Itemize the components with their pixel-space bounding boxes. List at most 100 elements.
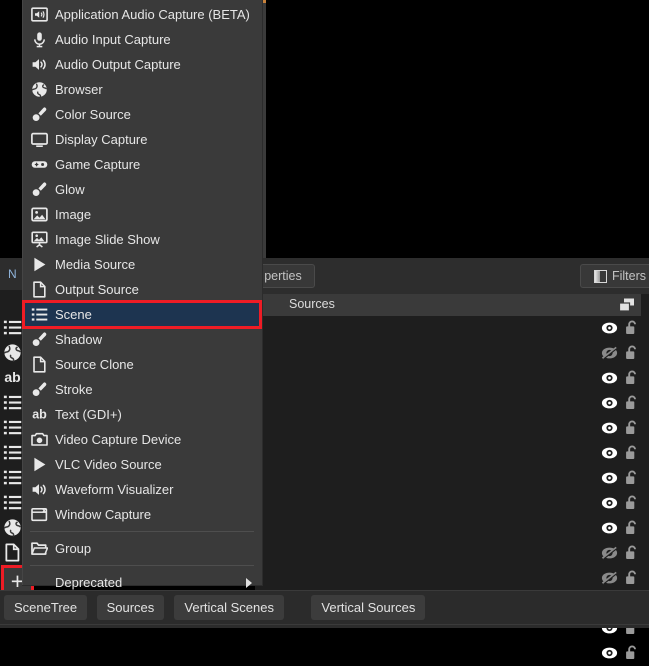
- lock-open-icon[interactable]: [625, 470, 639, 485]
- menu-item-audio-input-capture[interactable]: Audio Input Capture: [22, 27, 262, 52]
- source-row[interactable]: [255, 541, 649, 566]
- menu-item-label: Shadow: [55, 331, 102, 348]
- preview-canvas: [266, 0, 649, 258]
- menu-item-source-clone[interactable]: Source Clone: [22, 352, 262, 377]
- eye-open-icon[interactable]: [601, 421, 618, 435]
- menu-item-browser[interactable]: Browser: [22, 77, 262, 102]
- source-row[interactable]: [255, 316, 649, 341]
- camera-icon: [31, 431, 48, 448]
- eye-open-icon[interactable]: [601, 321, 618, 335]
- tab-vertical-scenes[interactable]: Vertical Scenes: [174, 595, 284, 620]
- source-row[interactable]: [255, 441, 649, 466]
- lock-open-icon[interactable]: [625, 370, 639, 385]
- eye-open-icon[interactable]: [601, 371, 618, 385]
- monitor-icon: [31, 131, 48, 148]
- sources-list-header: Sources: [255, 294, 649, 317]
- menu-item-label: Window Capture: [55, 506, 151, 523]
- menu-item-text-gdi[interactable]: abText (GDI+): [22, 402, 262, 427]
- source-row[interactable]: [255, 341, 649, 366]
- filters-button[interactable]: Filters: [580, 264, 649, 288]
- add-source-context-menu[interactable]: Application Audio Capture (BETA) Audio In…: [22, 0, 263, 586]
- menu-item-label: Waveform Visualizer: [55, 481, 173, 498]
- filters-button-label: Filters: [612, 269, 646, 283]
- eye-open-icon[interactable]: [601, 521, 618, 535]
- tab-sources[interactable]: Sources: [97, 595, 165, 620]
- sources-list[interactable]: [255, 316, 649, 590]
- source-row[interactable]: [255, 416, 649, 441]
- source-row[interactable]: [255, 641, 649, 666]
- lock-open-icon[interactable]: [625, 395, 639, 410]
- menu-item-label: Color Source: [55, 106, 131, 123]
- menu-item-display-capture[interactable]: Display Capture: [22, 127, 262, 152]
- menu-item-label: Application Audio Capture (BETA): [55, 6, 250, 23]
- eye-closed-icon[interactable]: [601, 571, 618, 585]
- svg-text:ab: ab: [4, 369, 20, 385]
- lock-open-icon[interactable]: [625, 495, 639, 510]
- menu-item-color-source[interactable]: Color Source: [22, 102, 262, 127]
- gamepad-icon: [31, 156, 48, 173]
- eye-open-icon[interactable]: [601, 471, 618, 485]
- source-row[interactable]: [255, 491, 649, 516]
- menu-item-glow[interactable]: Glow: [22, 177, 262, 202]
- menu-item-label: Stroke: [55, 381, 93, 398]
- eye-closed-icon[interactable]: [601, 346, 618, 360]
- menu-item-shadow[interactable]: Shadow: [22, 327, 262, 352]
- source-row[interactable]: [255, 366, 649, 391]
- tab-vertical-sources[interactable]: Vertical Sources: [311, 595, 425, 620]
- eye-open-icon[interactable]: [601, 396, 618, 410]
- play-triangle-icon: [31, 256, 48, 273]
- menu-item-application-audio-capture-beta[interactable]: Application Audio Capture (BETA): [22, 2, 262, 27]
- lock-open-icon[interactable]: [625, 345, 639, 360]
- menu-item-label: Audio Input Capture: [55, 31, 171, 48]
- menu-item-label: Source Clone: [55, 356, 134, 373]
- duplicate-icon[interactable]: [619, 298, 635, 312]
- menu-item-output-source[interactable]: Output Source: [22, 277, 262, 302]
- speaker-box-icon: [31, 6, 48, 23]
- menu-item-label: Browser: [55, 81, 103, 98]
- lock-open-icon[interactable]: [625, 445, 639, 460]
- menu-item-stroke[interactable]: Stroke: [22, 377, 262, 402]
- source-row[interactable]: [255, 391, 649, 416]
- slideshow-icon: [31, 231, 48, 248]
- lock-open-icon[interactable]: [625, 570, 639, 585]
- menu-item-label: Output Source: [55, 281, 139, 298]
- menu-item-image[interactable]: Image: [22, 202, 262, 227]
- lock-open-icon[interactable]: [625, 545, 639, 560]
- sources-right-edge: [641, 294, 649, 590]
- eye-open-icon[interactable]: [601, 646, 618, 660]
- source-row[interactable]: [255, 566, 649, 591]
- menu-item-group[interactable]: Group: [22, 536, 262, 561]
- lock-open-icon[interactable]: [625, 520, 639, 535]
- menu-item-waveform-visualizer[interactable]: Waveform Visualizer: [22, 477, 262, 502]
- lock-open-icon[interactable]: [625, 420, 639, 435]
- menu-item-scene[interactable]: Scene: [22, 302, 262, 327]
- menu-item-game-capture[interactable]: Game Capture: [22, 152, 262, 177]
- document-icon: [31, 356, 48, 373]
- tab-label: SceneTree: [14, 600, 77, 615]
- brush-icon: [31, 331, 48, 348]
- menu-item-audio-output-capture[interactable]: Audio Output Capture: [22, 52, 262, 77]
- properties-button-label: perties: [264, 269, 302, 283]
- source-row[interactable]: [255, 466, 649, 491]
- menu-item-label: Media Source: [55, 256, 135, 273]
- eye-open-icon[interactable]: [601, 446, 618, 460]
- menu-item-video-capture-device[interactable]: Video Capture Device: [22, 427, 262, 452]
- eye-closed-icon[interactable]: [601, 546, 618, 560]
- menu-item-label: Glow: [55, 181, 85, 198]
- filters-icon: [594, 270, 607, 283]
- menu-item-vlc-video-source[interactable]: VLC Video Source: [22, 452, 262, 477]
- menu-item-image-slide-show[interactable]: Image Slide Show: [22, 227, 262, 252]
- tab-scenetree[interactable]: SceneTree: [4, 595, 87, 620]
- list-icon: [3, 443, 22, 462]
- eye-open-icon[interactable]: [601, 496, 618, 510]
- lock-open-icon[interactable]: [625, 645, 639, 660]
- menu-item-label: Game Capture: [55, 156, 140, 173]
- menu-item-media-source[interactable]: Media Source: [22, 252, 262, 277]
- window-icon: [31, 506, 48, 523]
- menu-item-window-capture[interactable]: Window Capture: [22, 502, 262, 527]
- lock-open-icon[interactable]: [625, 320, 639, 335]
- sources-header-title: Sources: [289, 297, 335, 311]
- list-icon: [3, 418, 22, 437]
- source-row[interactable]: [255, 516, 649, 541]
- image-icon: [31, 206, 48, 223]
